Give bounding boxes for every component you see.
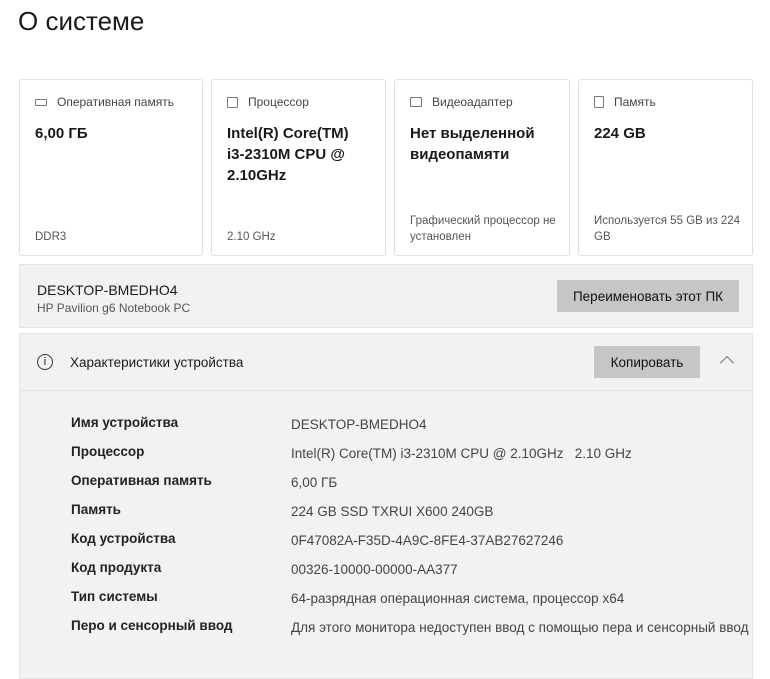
card-value: Intel(R) Core(TM) i3-2310M CPU @ 2.10GHz — [227, 125, 349, 184]
specs-title: Характеристики устройства — [70, 355, 244, 370]
chevron-up-icon[interactable] — [719, 355, 735, 371]
card-value: 224 GB — [594, 125, 646, 142]
ram-card: Оперативная память 6,00 ГБ DDR3 — [19, 79, 203, 256]
spec-value: Для этого монитора недоступен ввод с пом… — [291, 620, 749, 635]
page-title: О системе — [18, 6, 145, 36]
card-label: Оперативная память — [57, 95, 174, 109]
gpu-icon — [410, 97, 422, 107]
spec-label: Код продукта — [71, 560, 162, 575]
card-sub: 2.10 GHz — [227, 231, 276, 243]
device-model: HP Pavilion g6 Notebook PC — [37, 301, 191, 315]
copy-button[interactable]: Копировать — [594, 346, 700, 378]
spec-value: 6,00 ГБ — [291, 475, 338, 490]
card-label: Процессор — [248, 95, 309, 109]
spec-label: Память — [71, 502, 121, 517]
ram-icon — [35, 98, 47, 106]
card-sub: Используется 55 GB из 224 GB — [594, 215, 741, 243]
storage-icon — [594, 96, 604, 108]
rename-pc-button[interactable]: Переименовать этот ПК — [557, 280, 739, 312]
spec-value: 224 GB SSD TXRUI X600 240GB — [291, 504, 494, 519]
spec-value: 64-разрядная операционная система, проце… — [291, 591, 625, 606]
specs-header[interactable]: i Характеристики устройства Копировать — [20, 334, 752, 391]
storage-card: Память 224 GB Используется 55 GB из 224 … — [578, 79, 753, 256]
spec-label: Тип системы — [71, 589, 158, 604]
spec-value: Intel(R) Core(TM) i3-2310M CPU @ 2.10GHz… — [291, 446, 632, 461]
spec-value: 0F47082A-F35D-4A9C-8FE4-37AB27627246 — [291, 533, 564, 548]
spec-label: Оперативная память — [71, 473, 212, 488]
spec-value: 00326-10000-00000-AA377 — [291, 562, 458, 577]
device-specs-panel: i Характеристики устройства Копировать И… — [19, 333, 753, 679]
card-label: Видеоадаптер — [432, 95, 513, 109]
card-sub: Графический процессор не установлен — [410, 215, 556, 243]
card-label: Память — [614, 95, 656, 109]
spec-label: Перо и сенсорный ввод — [71, 618, 233, 633]
gpu-card: Видеоадаптер Нет выделенной видеопамяти … — [394, 79, 570, 256]
spec-label: Имя устройства — [71, 415, 179, 430]
info-icon: i — [37, 354, 53, 370]
spec-label: Процессор — [71, 444, 145, 459]
cpu-icon — [227, 96, 238, 108]
card-value: Нет выделенной видеопамяти — [410, 125, 535, 163]
card-value: 6,00 ГБ — [35, 125, 88, 142]
spec-value: DESKTOP-BMEDHO4 — [291, 417, 427, 432]
card-sub: DDR3 — [35, 231, 67, 243]
cpu-card: Процессор Intel(R) Core(TM) i3-2310M CPU… — [211, 79, 386, 256]
spec-label: Код устройства — [71, 531, 176, 546]
device-name: DESKTOP-BMEDHO4 — [37, 282, 178, 298]
device-panel: DESKTOP-BMEDHO4 HP Pavilion g6 Notebook … — [19, 264, 753, 328]
